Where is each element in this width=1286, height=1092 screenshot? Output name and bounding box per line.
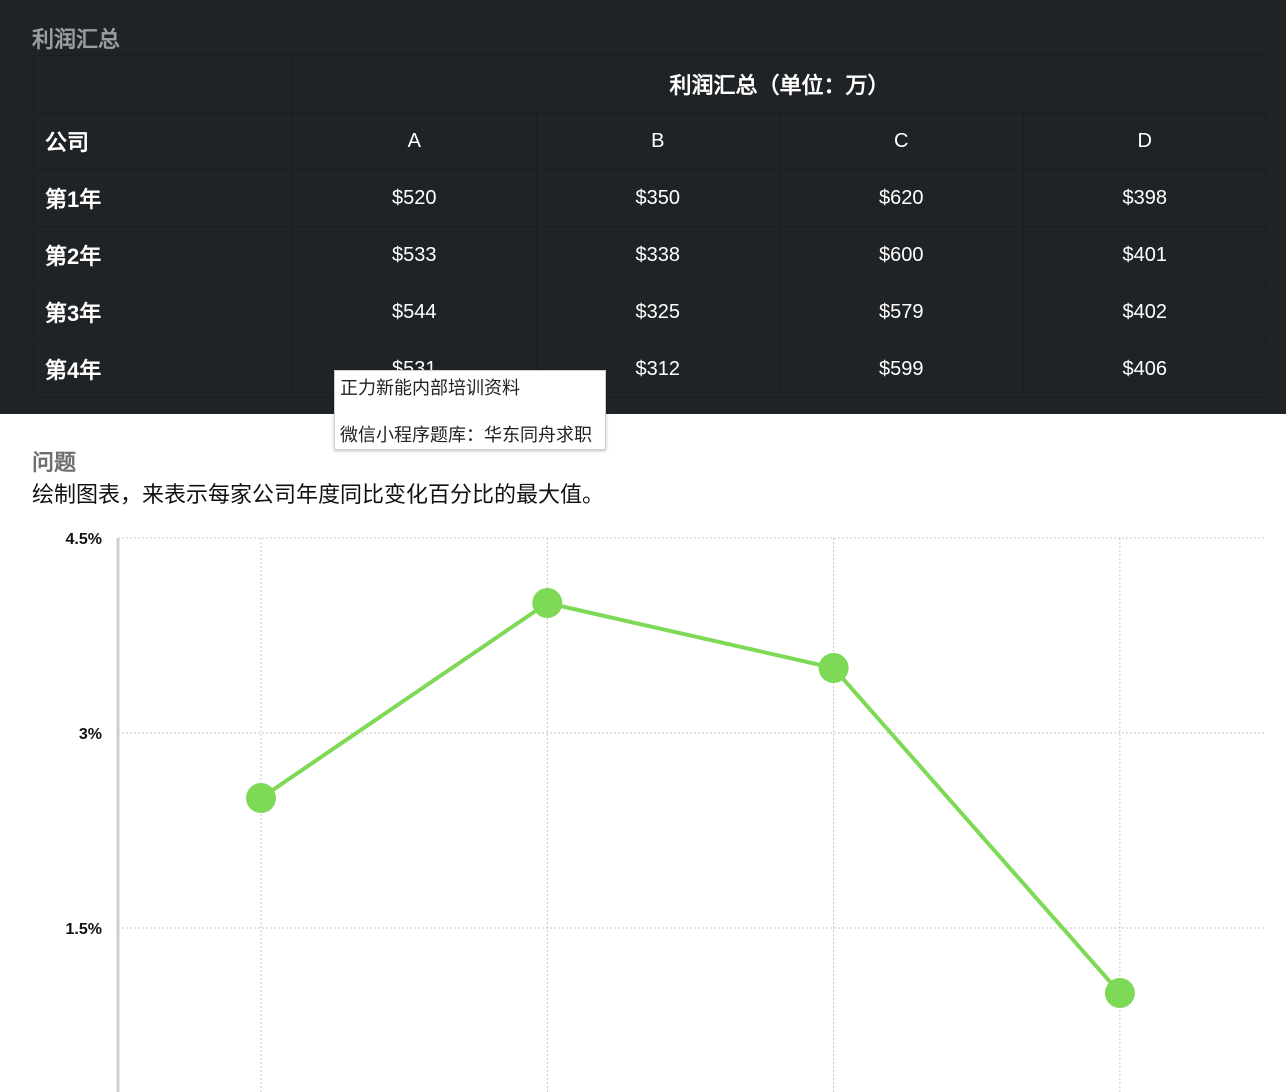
- yoy-max-line-chart: 4.5% 3% 1.5%: [66, 531, 1265, 1092]
- y-tick-label: 1.5%: [66, 921, 102, 938]
- data-point: [246, 783, 276, 813]
- data-point: [818, 653, 849, 683]
- y-tick-label: 3%: [79, 726, 102, 743]
- y-tick-label: 4.5%: [66, 531, 102, 548]
- data-point: [1104, 978, 1135, 1008]
- data-point: [532, 588, 563, 618]
- series-line: [259, 601, 1122, 995]
